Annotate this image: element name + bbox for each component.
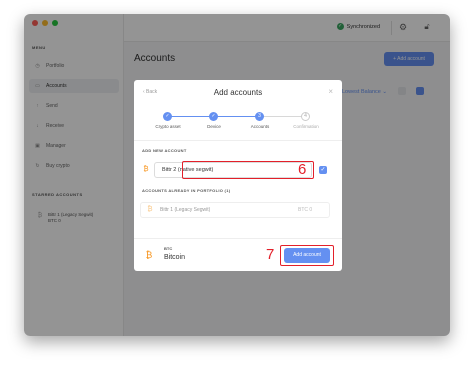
existing-account-name: Bittr 1 (Legacy Segwit)	[160, 207, 211, 213]
existing-accounts-label: ACCOUNTS ALREADY IN PORTFOLIO (1)	[142, 188, 231, 193]
modal-title: Add accounts	[213, 88, 263, 97]
bitcoin-icon: ₿	[145, 250, 153, 260]
step-label: Crypto asset	[155, 124, 181, 129]
annotation-box-6	[182, 161, 314, 179]
currency-ticker: BTC	[164, 246, 173, 251]
back-button[interactable]: ‹ Back	[143, 89, 157, 95]
step-label: Accounts	[250, 124, 270, 129]
stepper-remaining-line	[260, 116, 306, 117]
step-accounts-icon: 3	[255, 112, 264, 121]
step-confirmation-icon: 4	[301, 112, 310, 121]
select-account-checkbox[interactable]: ✓	[319, 166, 327, 174]
currency-name: Bitcoin	[164, 254, 186, 261]
add-accounts-modal: Add accounts ‹ Back × ✓ ✓ 3 4 Crypto ass…	[134, 80, 342, 271]
add-new-account-label: ADD NEW ACCOUNT	[142, 148, 187, 153]
close-icon[interactable]: ×	[328, 87, 333, 96]
annotation-marker-7: 7	[266, 246, 275, 263]
step-crypto-asset-icon: ✓	[163, 112, 172, 121]
add-account-confirm-button[interactable]: Add account	[284, 248, 330, 263]
bitcoin-icon: ₿	[143, 166, 149, 173]
step-label: Device	[207, 124, 221, 129]
step-label: Confirmation	[293, 124, 319, 129]
existing-account-balance: BTC 0	[298, 207, 313, 213]
divider	[134, 140, 342, 141]
step-device-icon: ✓	[209, 112, 218, 121]
bitcoin-icon: ₿	[147, 206, 153, 213]
annotation-marker-6: 6	[298, 161, 307, 178]
app-window: MENU ◷ Portfolio ▭ Accounts ↑ Send ↓ Rec…	[24, 14, 450, 336]
